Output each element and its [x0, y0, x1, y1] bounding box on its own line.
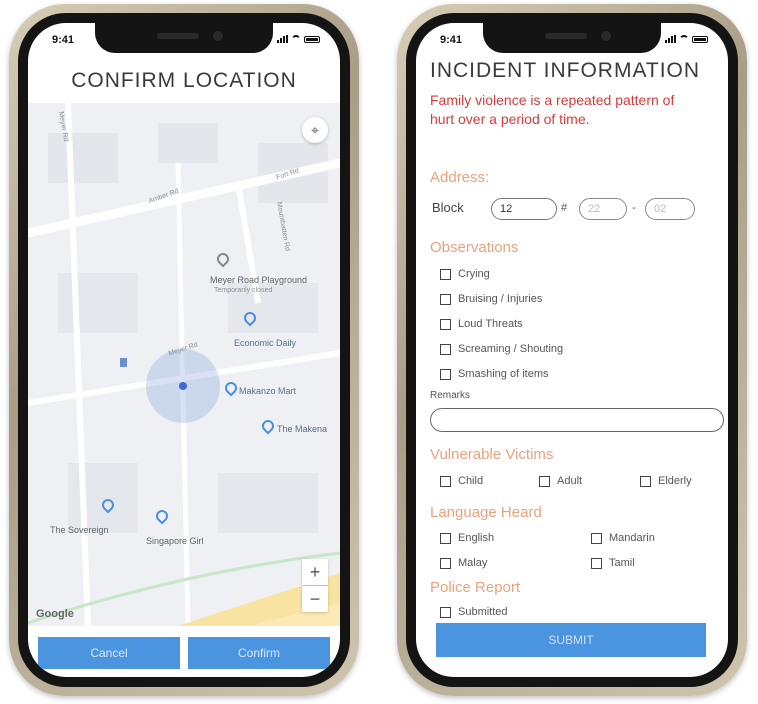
crying-checkbox[interactable]: Crying: [440, 268, 490, 280]
map-pin-icon[interactable]: [222, 379, 240, 397]
dash-separator: -: [632, 202, 636, 214]
current-location-dot: [179, 382, 187, 390]
english-checkbox[interactable]: English: [440, 532, 494, 544]
zoom-out-button[interactable]: −: [302, 586, 328, 612]
checkbox-box[interactable]: [591, 557, 602, 569]
google-logo: Google: [36, 608, 74, 620]
block-label: Block: [432, 200, 464, 215]
loud-threats-checkbox[interactable]: Loud Threats: [440, 318, 523, 330]
child-checkbox[interactable]: Child: [440, 475, 483, 487]
checkbox-label: Child: [458, 475, 484, 487]
confirm-button[interactable]: Confirm: [188, 637, 330, 669]
checkbox-box[interactable]: [440, 606, 451, 618]
battery-icon: [692, 36, 708, 43]
checkbox-label: Loud Threats: [458, 318, 523, 330]
checkbox-label: Elderly: [658, 475, 692, 487]
wifi-icon: [291, 35, 301, 43]
checkbox-box[interactable]: [440, 532, 451, 544]
map-place-label: The Makena: [277, 424, 328, 434]
checkbox-label: Smashing of items: [458, 368, 549, 380]
malay-checkbox[interactable]: Malay: [440, 557, 487, 569]
my-location-button[interactable]: ⌖: [302, 117, 328, 143]
cancel-button[interactable]: Cancel: [38, 637, 180, 669]
checkbox-box[interactable]: [440, 475, 451, 487]
tamil-checkbox[interactable]: Tamil: [591, 557, 635, 569]
checkbox-box[interactable]: [591, 532, 602, 544]
status-bar: 9:41: [28, 32, 340, 48]
submitted-checkbox[interactable]: Submitted: [440, 606, 508, 618]
map-place-label: Singapore Girl: [146, 536, 204, 546]
checkbox-label: Submitted: [458, 606, 508, 618]
checkbox-box[interactable]: [440, 318, 451, 330]
status-time: 9:41: [52, 34, 75, 46]
hash-separator: #: [561, 202, 568, 214]
zoom-in-button[interactable]: +: [302, 559, 328, 585]
confirm-location-screen: 9:41 CONFIRM LOCATION Amber Rd Meyer Rd …: [28, 23, 340, 677]
block-input[interactable]: 12: [491, 198, 557, 220]
transit-icon: [120, 358, 127, 367]
status-time: 9:41: [440, 34, 463, 46]
action-buttons: Cancel Confirm: [38, 637, 330, 669]
warning-text: Family violence is a repeated pattern of…: [430, 92, 675, 127]
map-pin-icon[interactable]: [153, 507, 171, 525]
checkbox-box[interactable]: [440, 557, 451, 569]
signal-icon: [665, 35, 676, 43]
map-place-label: Makanzo Mart: [239, 386, 297, 396]
submit-button[interactable]: SUBMIT: [436, 623, 706, 657]
incident-information-screen: 9:41 INCIDENT INFORMATION Family violenc…: [416, 23, 728, 677]
checkbox-label: Crying: [458, 268, 490, 280]
unit-input[interactable]: 02: [645, 198, 695, 220]
floor-input[interactable]: 22: [579, 198, 627, 220]
map-pin-icon[interactable]: [241, 309, 259, 327]
remarks-input[interactable]: [430, 408, 724, 432]
address-heading: Address:: [430, 169, 490, 186]
smashing-checkbox[interactable]: Smashing of items: [440, 368, 548, 380]
page-title: INCIDENT INFORMATION: [430, 59, 701, 82]
left-phone-frame: 9:41 CONFIRM LOCATION Amber Rd Meyer Rd …: [9, 4, 359, 696]
map-view[interactable]: Amber Rd Meyer Rd Mountbatten Rd Fort Rd…: [28, 103, 340, 626]
checkbox-box[interactable]: [440, 293, 451, 305]
map-pin-icon[interactable]: [259, 417, 277, 435]
checkbox-label: Malay: [458, 557, 488, 569]
status-bar: 9:41: [416, 32, 728, 48]
map-place-label: Meyer Road Playground: [210, 275, 308, 285]
map-place-sublabel: Temporarily closed: [214, 287, 273, 294]
checkbox-box[interactable]: [440, 268, 451, 280]
signal-icon: [277, 35, 288, 43]
checkbox-box[interactable]: [440, 368, 451, 380]
page-title: CONFIRM LOCATION: [71, 69, 297, 92]
checkbox-label: Adult: [557, 475, 583, 487]
map-pin-icon[interactable]: [214, 250, 232, 268]
mandarin-checkbox[interactable]: Mandarin: [591, 532, 655, 544]
checkbox-label: Mandarin: [609, 532, 655, 544]
elderly-checkbox[interactable]: Elderly: [640, 475, 692, 487]
map-place-label: Economic Daily: [234, 338, 297, 348]
checkbox-label: Screaming / Shouting: [458, 343, 564, 355]
adult-checkbox[interactable]: Adult: [539, 475, 582, 487]
checkbox-box[interactable]: [539, 475, 550, 487]
checkbox-box[interactable]: [440, 343, 451, 355]
right-phone-frame: 9:41 INCIDENT INFORMATION Family violenc…: [397, 4, 747, 696]
battery-icon: [304, 36, 320, 43]
observations-heading: Observations: [430, 239, 519, 256]
checkbox-box[interactable]: [640, 475, 651, 487]
checkbox-label: English: [458, 532, 495, 544]
checkbox-label: Bruising / Injuries: [458, 293, 543, 305]
checkbox-label: Tamil: [609, 557, 635, 569]
vulnerable-victims-heading: Vulnerable Victims: [430, 446, 554, 463]
wifi-icon: [679, 35, 689, 43]
bruising-checkbox[interactable]: Bruising / Injuries: [440, 293, 542, 305]
map-place-label: The Sovereign: [50, 525, 109, 535]
remarks-label: Remarks: [430, 390, 471, 401]
screaming-checkbox[interactable]: Screaming / Shouting: [440, 343, 563, 355]
police-report-heading: Police Report: [430, 579, 521, 596]
map-pin-icon[interactable]: [99, 496, 117, 514]
language-heard-heading: Language Heard: [430, 504, 542, 521]
